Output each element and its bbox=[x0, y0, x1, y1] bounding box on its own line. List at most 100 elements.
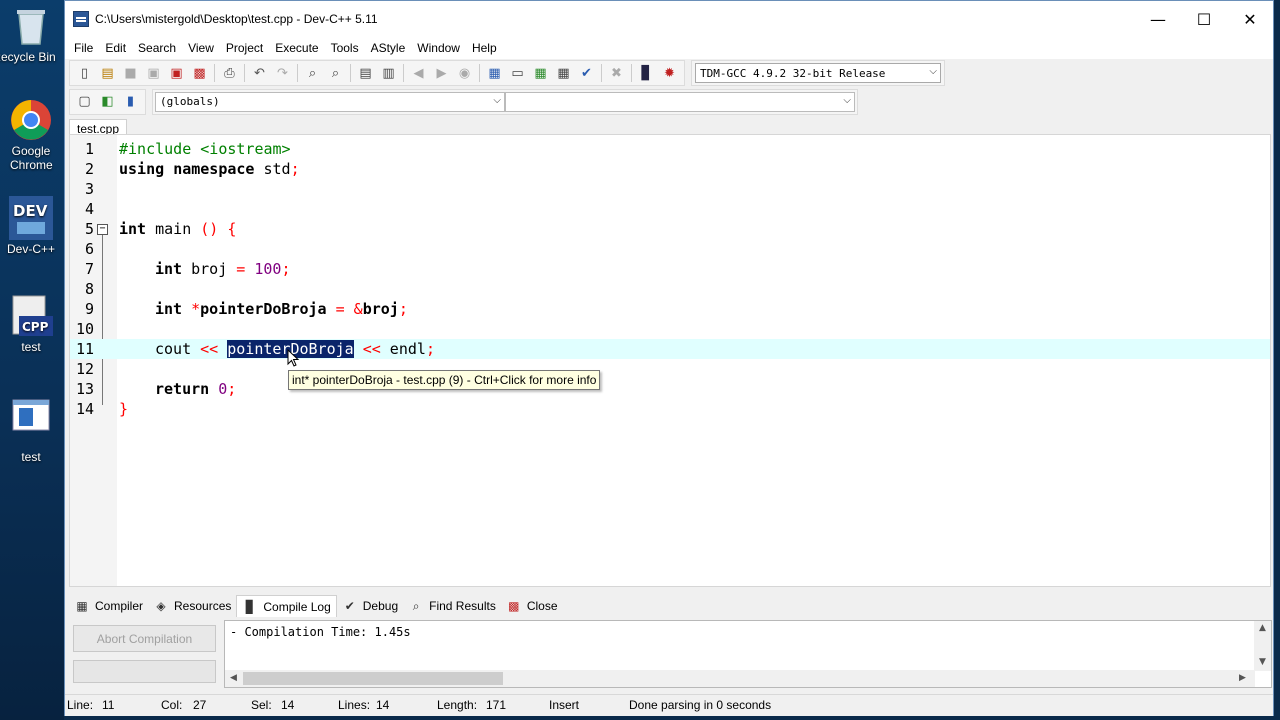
find-results-icon: ⌕ bbox=[412, 598, 420, 613]
recycle-bin-icon bbox=[9, 4, 53, 48]
print-icon[interactable]: ⎙ bbox=[218, 62, 241, 84]
scroll-down-icon[interactable]: ▼ bbox=[1259, 657, 1266, 667]
tab-resources[interactable]: ◈ Resources bbox=[148, 595, 236, 617]
status-message: Done parsing in 0 seconds bbox=[629, 698, 772, 712]
tab-compiler[interactable]: ▦ Compiler bbox=[69, 595, 148, 617]
scroll-thumb[interactable] bbox=[243, 672, 503, 685]
rebuild-icon[interactable]: ▦ bbox=[552, 62, 575, 84]
line-number: 3 bbox=[84, 180, 94, 198]
hover-tooltip: int* pointerDoBroja - test.cpp (9) - Ctr… bbox=[288, 370, 601, 390]
menu-view[interactable]: View bbox=[182, 41, 220, 55]
indent-icon[interactable]: ▤ bbox=[354, 62, 377, 84]
chrome-shortcut[interactable]: Google Chrome bbox=[0, 98, 62, 172]
title-bar[interactable]: C:\Users\mistergold\Desktop\test.cpp - D… bbox=[65, 1, 1273, 37]
chevron-down-icon: ⌵ bbox=[493, 94, 501, 106]
test-exe-label: test bbox=[21, 450, 41, 464]
save-icon[interactable]: ■ bbox=[119, 62, 142, 84]
goto-back-icon[interactable]: ◀ bbox=[407, 62, 430, 84]
status-col-label: Col: bbox=[161, 698, 183, 712]
menu-search[interactable]: Search bbox=[132, 41, 182, 55]
close-all-icon[interactable]: ▩ bbox=[188, 62, 211, 84]
save-all-icon[interactable]: ▣ bbox=[142, 62, 165, 84]
toggle-bookmark-icon[interactable]: ◧ bbox=[96, 91, 119, 113]
insert-icon[interactable]: ▢ bbox=[73, 91, 96, 113]
tab-compile-log[interactable]: ▊ Compile Log bbox=[236, 595, 337, 617]
new-file-icon[interactable]: ▯ bbox=[73, 62, 96, 84]
undo-icon[interactable]: ↶ bbox=[248, 62, 271, 84]
line-number: 2 bbox=[84, 160, 94, 178]
open-file-icon[interactable]: ▤ bbox=[96, 62, 119, 84]
tab-label: Compiler bbox=[95, 599, 144, 613]
code-line: 9 int *pointerDoBroja = &broj; bbox=[70, 299, 1270, 319]
tab-close[interactable]: ▩ Close bbox=[501, 595, 563, 617]
close-button[interactable]: ✕ bbox=[1227, 1, 1273, 37]
code-editor[interactable]: 1 #include <iostream> 2 using namespace … bbox=[69, 134, 1271, 587]
code-text: int broj = 100; bbox=[155, 260, 291, 278]
menu-execute[interactable]: Execute bbox=[269, 41, 324, 55]
replace-icon[interactable]: ⌕ bbox=[324, 62, 347, 84]
log-vertical-scrollbar[interactable]: ▲ ▼ bbox=[1254, 621, 1271, 671]
bottom-panel-tabs: ▦ Compiler ◈ Resources ▊ Compile Log ✔ D… bbox=[69, 595, 563, 617]
abort-compilation-button[interactable]: Abort Compilation bbox=[73, 625, 216, 652]
recycle-bin-shortcut[interactable]: Recycle Bin bbox=[0, 4, 62, 64]
code-line: 1 #include <iostream> bbox=[70, 139, 1270, 159]
test-cpp-shortcut[interactable]: CPP test bbox=[0, 294, 62, 354]
line-number: 14 bbox=[75, 400, 94, 418]
code-line: 13 return 0; bbox=[70, 379, 1270, 399]
minimize-button[interactable]: — bbox=[1135, 1, 1181, 37]
line-number: 13 bbox=[75, 380, 94, 398]
file-toolbar-group: ▯ ▤ ■ ▣ ▣ ▩ ⎙ ↶ ↷ ⌕ ⌕ ▤ ▥ ◀ ▶ ◉ ▦ ▭ ▦ ▦ bbox=[69, 60, 685, 86]
member-select[interactable]: ⌵ bbox=[505, 91, 855, 112]
code-line: 3 bbox=[70, 179, 1270, 199]
resources-icon: ◈ bbox=[156, 599, 166, 613]
fold-toggle-icon[interactable]: − bbox=[97, 224, 108, 235]
menu-window[interactable]: Window bbox=[411, 41, 466, 55]
compile-log[interactable]: - Compilation Time: 1.45s ▲ ▼ ◀ ▶ bbox=[224, 620, 1272, 688]
line-number: 11 bbox=[75, 340, 94, 358]
stop-icon[interactable]: ✖ bbox=[605, 62, 628, 84]
line-number: 5 bbox=[84, 220, 94, 238]
chart-icon[interactable]: ▊ bbox=[635, 62, 658, 84]
cpp-file-icon: CPP bbox=[9, 294, 53, 338]
scope-toolbar-group: (globals) ⌵ ⌵ bbox=[152, 88, 858, 115]
redo-icon[interactable]: ↷ bbox=[271, 62, 294, 84]
scroll-left-icon[interactable]: ◀ bbox=[230, 673, 237, 683]
scroll-right-icon[interactable]: ▶ bbox=[1239, 673, 1246, 683]
compile-log-text: - Compilation Time: 1.45s bbox=[230, 625, 411, 639]
chrome-label: Google Chrome bbox=[10, 144, 53, 172]
compiler-select[interactable]: TDM-GCC 4.9.2 32-bit Release ⌵ bbox=[695, 63, 941, 83]
line-number: 1 bbox=[84, 140, 94, 158]
debug-icon[interactable]: ✹ bbox=[658, 62, 681, 84]
menu-astyle[interactable]: AStyle bbox=[365, 41, 412, 55]
code-line: 7 int broj = 100; bbox=[70, 259, 1270, 279]
status-lines-label: Lines: bbox=[338, 698, 371, 712]
menu-edit[interactable]: Edit bbox=[99, 41, 132, 55]
status-line-label: Line: bbox=[67, 698, 94, 712]
compile-icon[interactable]: ▦ bbox=[483, 62, 506, 84]
maximize-button[interactable]: ☐ bbox=[1181, 1, 1227, 37]
svg-text:CPP: CPP bbox=[22, 320, 49, 334]
log-horizontal-scrollbar[interactable]: ◀ ▶ bbox=[225, 670, 1255, 687]
tab-find-results[interactable]: ⌕ Find Results bbox=[403, 595, 501, 617]
devcpp-shortcut[interactable]: DEV Dev-C++ bbox=[0, 196, 62, 256]
code-text: int *pointerDoBroja = &broj; bbox=[155, 300, 408, 318]
scroll-up-icon[interactable]: ▲ bbox=[1259, 623, 1266, 633]
run-icon[interactable]: ▭ bbox=[506, 62, 529, 84]
syntax-check-icon[interactable]: ✔ bbox=[575, 62, 598, 84]
goto-bookmark-icon[interactable]: ▮ bbox=[119, 91, 142, 113]
find-icon[interactable]: ⌕ bbox=[301, 62, 324, 84]
code-line: 14 } bbox=[70, 399, 1270, 419]
close-file-icon[interactable]: ▣ bbox=[165, 62, 188, 84]
menu-project[interactable]: Project bbox=[220, 41, 269, 55]
bookmark-icon[interactable]: ◉ bbox=[453, 62, 476, 84]
scope-select[interactable]: (globals) ⌵ bbox=[155, 91, 505, 112]
test-exe-shortcut[interactable]: test bbox=[0, 394, 62, 464]
menu-file[interactable]: File bbox=[68, 41, 99, 55]
goto-forward-icon[interactable]: ▶ bbox=[430, 62, 453, 84]
tab-debug[interactable]: ✔ Debug bbox=[337, 595, 403, 617]
scope-select-value: (globals) bbox=[160, 95, 220, 108]
menu-help[interactable]: Help bbox=[466, 41, 503, 55]
compile-run-icon[interactable]: ▦ bbox=[529, 62, 552, 84]
menu-tools[interactable]: Tools bbox=[325, 41, 365, 55]
unindent-icon[interactable]: ▥ bbox=[377, 62, 400, 84]
